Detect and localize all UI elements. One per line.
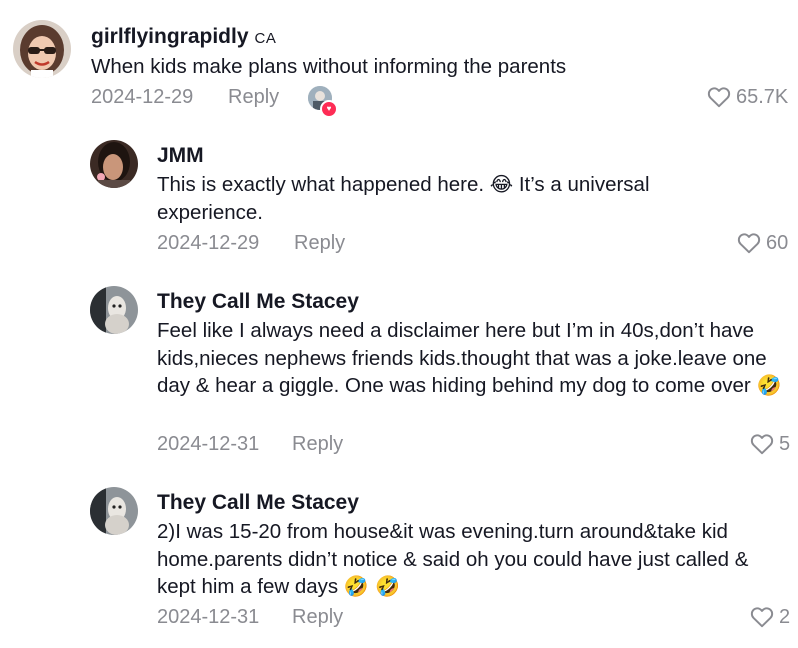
avatar-image [90,286,138,334]
like-button[interactable]: 60 [736,230,788,256]
comment-text: This is exactly what happened here. 😂 It… [157,171,777,226]
comment-text: Feel like I always need a disclaimer her… [157,317,782,400]
heart-outline-icon [750,607,774,628]
comment-username[interactable]: JMM [157,144,204,168]
heart-outline-icon [737,233,761,254]
comment-date: 2024-12-31 [157,433,260,455]
comment-date: 2024-12-29 [91,86,194,108]
avatar[interactable] [90,487,138,535]
heart-outline-icon [750,434,774,455]
reply-button[interactable]: Reply [294,232,345,255]
like-button[interactable]: 65.7K [706,84,788,110]
like-count: 60 [766,231,789,254]
avatar-image [90,140,138,188]
like-count: 5 [779,432,791,455]
avatar[interactable] [90,286,138,334]
comment-text-line: This is exactly what happened here. [157,173,485,196]
comment-text-line: It’s a universal [518,173,650,196]
avatar-image [90,487,138,535]
comment-text-body: 2)I was 15-20 from house&it was evening.… [157,520,749,598]
region-badge: CA [254,30,277,47]
like-count: 2 [779,605,791,628]
like-count: 65.7K [736,85,789,108]
comment-thread: girlflyingrapidly CA When kids make plans… [0,0,798,648]
heart-outline-icon [707,87,731,108]
creator-liked-heart-icon: ♥ [320,100,338,118]
creator-liked-badge: ♥ [308,86,338,118]
avatar[interactable] [13,20,71,78]
comment-date: 2024-12-29 [157,232,260,254]
avatar[interactable] [90,140,138,188]
reply-button[interactable]: Reply [292,606,343,629]
rofl-emoji: 🤣 [756,373,782,397]
comment-username[interactable]: They Call Me Stacey [157,491,359,515]
like-button[interactable]: 5 [749,431,790,457]
rofl-emoji: 🤣 🤣 [343,574,401,598]
reply-button[interactable]: Reply [228,86,279,109]
comment-text: When kids make plans without informing t… [91,55,567,78]
comment-username[interactable]: girlflyingrapidly CA [91,25,276,49]
comment-text: 2)I was 15-20 from house&it was evening.… [157,518,787,601]
reply-button[interactable]: Reply [292,433,343,456]
comment-text-line: experience. [157,200,263,224]
comment-date: 2024-12-31 [157,606,260,628]
avatar-image [13,20,71,78]
comment-username[interactable]: They Call Me Stacey [157,290,359,314]
like-button[interactable]: 2 [749,604,790,630]
laughing-emoji: 😂 [489,172,514,196]
comment-text-body: Feel like I always need a disclaimer her… [157,319,767,397]
username-text[interactable]: girlflyingrapidly [91,25,249,48]
